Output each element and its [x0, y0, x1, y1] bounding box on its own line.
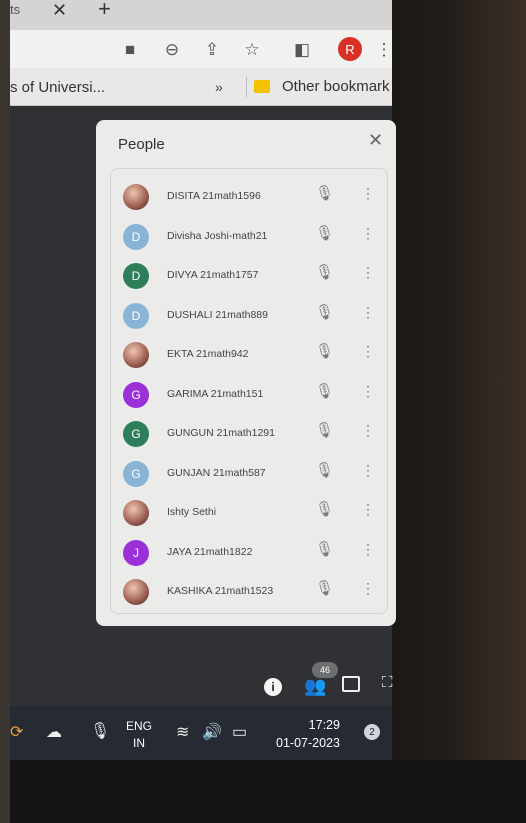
profile-avatar[interactable]: R [338, 37, 362, 61]
zoom-out-icon[interactable]: ⊖ [160, 38, 184, 62]
mic-muted-icon[interactable]: 🎙 [315, 540, 334, 558]
clock-time: 17:29 [308, 718, 340, 732]
people-icon[interactable]: 👥 [304, 676, 326, 697]
notification-badge[interactable]: 2 [364, 724, 380, 740]
close-icon[interactable]: ✕ [368, 130, 383, 151]
onedrive-icon[interactable]: ☁ [46, 722, 62, 742]
region-code: IN [133, 736, 145, 750]
participant-row[interactable]: G GUNJAN 21math587 🎙 ⋮ [111, 452, 389, 492]
participant-avatar: D [123, 263, 149, 289]
mic-muted-icon[interactable]: 🎙 [315, 263, 334, 281]
participant-row[interactable]: D DUSHALI 21math889 🎙 ⋮ [111, 294, 389, 334]
bookmark-item[interactable]: s of Universi... [10, 79, 105, 96]
mic-muted-icon[interactable]: 🎙 [315, 461, 334, 479]
participant-avatar: J [123, 539, 149, 566]
participant-name: GARIMA 21math151 [167, 387, 264, 400]
address-bar-row: ■ ⊖ ⇪ ☆ ◧ R ⋮ [10, 30, 393, 68]
battery-icon[interactable]: ▭ [232, 722, 247, 742]
taskbar: ⟳ ☁ 🎙 ENG IN ≋ 🔊 ▭ 17:29 01-07-2023 2 [10, 706, 392, 760]
participant-avatar: G [123, 460, 149, 487]
bookmarks-overflow-icon[interactable]: » [215, 79, 223, 95]
participant-name: Ishty Sethi [167, 506, 217, 518]
tab-strip: ts ✕ + [10, 0, 392, 30]
mic-muted-icon[interactable]: 🎙 [315, 184, 334, 202]
participant-name: DUSHALI 21math889 [167, 308, 268, 321]
participant-row[interactable]: D Divisha Joshi-math21 🎙 ⋮ [111, 215, 389, 255]
participant-avatar: D [123, 302, 149, 329]
participant-menu-icon[interactable]: ⋮ [361, 501, 375, 518]
mic-muted-icon[interactable]: 🎙 [315, 421, 334, 439]
participant-row[interactable]: G GARIMA 21math151 🎙 ⋮ [111, 373, 389, 413]
clock[interactable]: 17:29 01-07-2023 [276, 716, 340, 752]
other-bookmarks[interactable]: Other bookmark [282, 78, 390, 95]
participant-row[interactable]: DISITA 21math1596 🎙 ⋮ [111, 175, 389, 215]
new-tab-icon[interactable]: + [98, 0, 111, 22]
activities-icon[interactable]: ⛶ [382, 674, 393, 691]
participant-menu-icon[interactable]: ⋮ [361, 304, 375, 321]
clock-date: 01-07-2023 [276, 736, 340, 750]
folder-icon [254, 80, 270, 93]
panel-title: People [118, 136, 165, 153]
participant-avatar [123, 500, 149, 526]
share-icon[interactable]: ⇪ [200, 38, 224, 62]
info-icon[interactable]: i [264, 678, 282, 696]
bookmarks-divider [246, 77, 247, 97]
bookmarks-bar: s of Universi... » Other bookmark [10, 68, 392, 106]
tab-title[interactable]: ts [10, 2, 20, 17]
participant-menu-icon[interactable]: ⋮ [361, 462, 375, 479]
participant-avatar: D [123, 223, 149, 250]
participant-menu-icon[interactable]: ⋮ [361, 264, 375, 281]
photo-left-edge [0, 0, 10, 823]
participant-row[interactable]: D DIVYA 21math1757 🎙 ⋮ [111, 254, 389, 294]
update-icon[interactable]: ⟳ [10, 722, 23, 742]
language-code: ENG [126, 719, 153, 733]
participant-menu-icon[interactable]: ⋮ [361, 541, 375, 558]
microphone-icon[interactable]: 🎙 [90, 721, 110, 741]
participant-menu-icon[interactable]: ⋮ [361, 225, 375, 242]
participant-menu-icon[interactable]: ⋮ [361, 185, 375, 202]
participant-name: GUNGUN 21math1291 [167, 427, 275, 439]
participant-name: EKTA 21math942 [167, 348, 249, 360]
participant-name: GUNJAN 21math587 [167, 466, 266, 479]
mic-muted-icon[interactable]: 🎙 [315, 382, 334, 400]
participant-list: DISITA 21math1596 🎙 ⋮ D Divisha Joshi-math21… [110, 168, 388, 614]
participant-avatar [123, 579, 149, 605]
chat-icon[interactable] [342, 676, 360, 692]
camera-icon[interactable]: ■ [118, 38, 142, 62]
participant-name: KASHIKA 21math1523 [167, 585, 274, 597]
people-panel: People ✕ DISITA 21math1596 🎙 ⋮ D Divisha Jos… [96, 120, 396, 626]
participant-menu-icon[interactable]: ⋮ [361, 343, 375, 360]
participant-avatar [123, 184, 149, 210]
participant-row[interactable]: EKTA 21math942 🎙 ⋮ [111, 333, 389, 373]
participant-menu-icon[interactable]: ⋮ [361, 580, 375, 597]
participant-name: JAYA 21math1822 [167, 545, 253, 558]
volume-icon[interactable]: 🔊 [202, 722, 222, 742]
participant-avatar [123, 342, 149, 368]
mic-muted-icon[interactable]: 🎙 [315, 500, 334, 518]
mic-muted-icon[interactable]: 🎙 [315, 224, 334, 242]
mic-muted-icon[interactable]: 🎙 [315, 579, 334, 597]
participant-name: DIVYA 21math1757 [167, 269, 259, 281]
participant-row[interactable]: J JAYA 21math1822 🎙 ⋮ [111, 531, 389, 571]
tab-close-icon[interactable]: ✕ [52, 0, 67, 21]
participant-name: DISITA 21math1596 [167, 190, 261, 202]
participant-row[interactable]: Ishty Sethi 🎙 ⋮ [111, 491, 389, 531]
participant-avatar: G [123, 381, 149, 408]
wifi-icon[interactable]: ≋ [176, 722, 189, 742]
mic-muted-icon[interactable]: 🎙 [315, 303, 334, 321]
participant-row[interactable]: G GUNGUN 21math1291 🎙 ⋮ [111, 412, 389, 452]
participant-name: Divisha Joshi-math21 [167, 229, 268, 242]
photo-background-right [392, 0, 526, 823]
mic-muted-icon[interactable]: 🎙 [315, 342, 334, 360]
language-indicator[interactable]: ENG IN [126, 718, 152, 752]
star-icon[interactable]: ☆ [240, 38, 264, 62]
photo-background-bottom [0, 760, 526, 823]
sidebar-icon[interactable]: ◧ [290, 38, 314, 62]
participant-menu-icon[interactable]: ⋮ [361, 383, 375, 400]
kebab-menu-icon[interactable]: ⋮ [372, 38, 396, 62]
participant-avatar: G [123, 421, 149, 447]
participant-row[interactable]: KASHIKA 21math1523 🎙 ⋮ [111, 570, 389, 610]
participant-menu-icon[interactable]: ⋮ [361, 422, 375, 439]
